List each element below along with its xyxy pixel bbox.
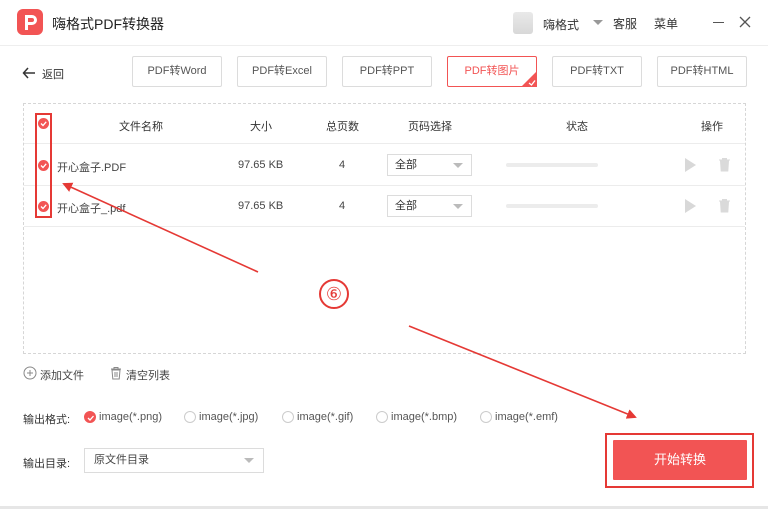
row-pages: 4 — [339, 200, 346, 212]
row-pages: 4 — [339, 159, 346, 171]
format-option-jpg[interactable]: image(*.jpg) — [184, 411, 266, 425]
tab-pdf-to-ppt[interactable]: PDF转PPT — [342, 56, 432, 87]
add-file-button[interactable]: 添加文件 — [23, 366, 93, 382]
chevron-down-icon — [244, 458, 254, 463]
row-file-name: 开心盒子_.pdf — [57, 203, 126, 215]
page-select-dropdown[interactable]: 全部 — [387, 195, 472, 217]
clear-list-button[interactable]: 清空列表 — [109, 366, 179, 382]
status-progress-bar — [506, 204, 598, 208]
format-option-gif[interactable]: image(*.gif) — [282, 411, 362, 425]
header-file-name: 文件名称 — [119, 121, 163, 133]
user-avatar[interactable] — [513, 12, 533, 34]
chevron-down-icon — [453, 204, 463, 209]
output-dir-dropdown[interactable]: 原文件目录 — [84, 448, 264, 473]
output-dir-label: 输出目录: — [23, 458, 71, 470]
start-convert-button[interactable]: 开始转换 — [613, 440, 747, 480]
tab-pdf-to-txt[interactable]: PDF转TXT — [552, 56, 642, 87]
format-option-label: image(*.bmp) — [391, 411, 458, 423]
tab-pdf-to-excel[interactable]: PDF转Excel — [237, 56, 327, 87]
trash-outline-icon — [111, 367, 121, 380]
format-option-bmp[interactable]: image(*.bmp) — [376, 411, 462, 425]
radio-unchecked-icon — [376, 411, 388, 423]
tab-pdf-to-image-label: PDF转图片 — [464, 65, 520, 77]
play-icon[interactable] — [685, 199, 696, 213]
format-option-label: image(*.jpg) — [199, 411, 259, 423]
format-option-png[interactable]: image(*.png) — [84, 411, 166, 425]
radio-unchecked-icon — [282, 411, 294, 423]
format-option-label: image(*.png) — [99, 411, 162, 423]
page-select-value: 全部 — [395, 159, 417, 171]
play-icon[interactable] — [685, 158, 696, 172]
add-circle-icon — [23, 366, 37, 380]
add-file-label: 添加文件 — [40, 370, 84, 382]
user-name[interactable]: 嗨格式 — [543, 16, 579, 33]
back-button[interactable]: 返回 — [22, 64, 82, 82]
table-header: 文件名称 大小 总页数 页码选择 状态 操作 — [24, 104, 745, 144]
status-progress-bar — [506, 163, 598, 167]
radio-unchecked-icon — [480, 411, 492, 423]
header-status: 状态 — [566, 121, 588, 133]
annotation-step-number: ⑥ — [319, 279, 349, 309]
trash-icon[interactable] — [718, 157, 731, 172]
page-select-value: 全部 — [395, 200, 417, 212]
tab-pdf-to-html[interactable]: PDF转HTML — [657, 56, 747, 87]
chevron-down-icon[interactable] — [593, 20, 603, 25]
tab-pdf-to-image[interactable]: PDF转图片 — [447, 56, 537, 87]
row-size: 97.65 KB — [238, 200, 284, 212]
output-dir-value: 原文件目录 — [94, 454, 149, 466]
page-select-dropdown[interactable]: 全部 — [387, 154, 472, 176]
row-file-name: 开心盒子.PDF — [57, 162, 127, 174]
app-logo-icon — [17, 9, 43, 35]
radio-unchecked-icon — [184, 411, 196, 423]
title-bar: 嗨格式PDF转换器 嗨格式 客服 菜单 — [0, 0, 768, 46]
format-option-emf[interactable]: image(*.emf) — [480, 411, 566, 425]
app-title: 嗨格式PDF转换器 — [52, 16, 164, 32]
chevron-down-icon — [453, 163, 463, 168]
trash-icon[interactable] — [718, 198, 731, 213]
minimize-icon[interactable] — [713, 22, 724, 23]
close-icon[interactable] — [735, 12, 755, 32]
header-size: 大小 — [250, 121, 272, 133]
format-option-label: image(*.gif) — [297, 411, 354, 423]
output-format-label: 输出格式: — [23, 414, 71, 426]
service-link[interactable]: 客服 — [613, 15, 637, 32]
header-page-select: 页码选择 — [408, 121, 452, 133]
table-row: 开心盒子.PDF 97.65 KB 4 全部 — [24, 145, 745, 186]
header-actions: 操作 — [701, 121, 723, 133]
back-label: 返回 — [42, 69, 64, 81]
row-size: 97.65 KB — [238, 159, 284, 171]
annotation-checkbox-highlight — [35, 113, 52, 218]
header-pages: 总页数 — [326, 121, 359, 133]
radio-checked-icon — [84, 411, 96, 423]
format-option-label: image(*.emf) — [495, 411, 558, 423]
tab-pdf-to-word[interactable]: PDF转Word — [132, 56, 222, 87]
file-list-panel: 文件名称 大小 总页数 页码选择 状态 操作 开心盒子.PDF 97.65 KB… — [23, 103, 746, 354]
table-row: 开心盒子_.pdf 97.65 KB 4 全部 — [24, 186, 745, 227]
arrow-left-icon — [22, 67, 35, 79]
selected-check-icon — [521, 71, 537, 87]
menu-link[interactable]: 菜单 — [654, 15, 678, 32]
clear-list-label: 清空列表 — [126, 370, 170, 382]
